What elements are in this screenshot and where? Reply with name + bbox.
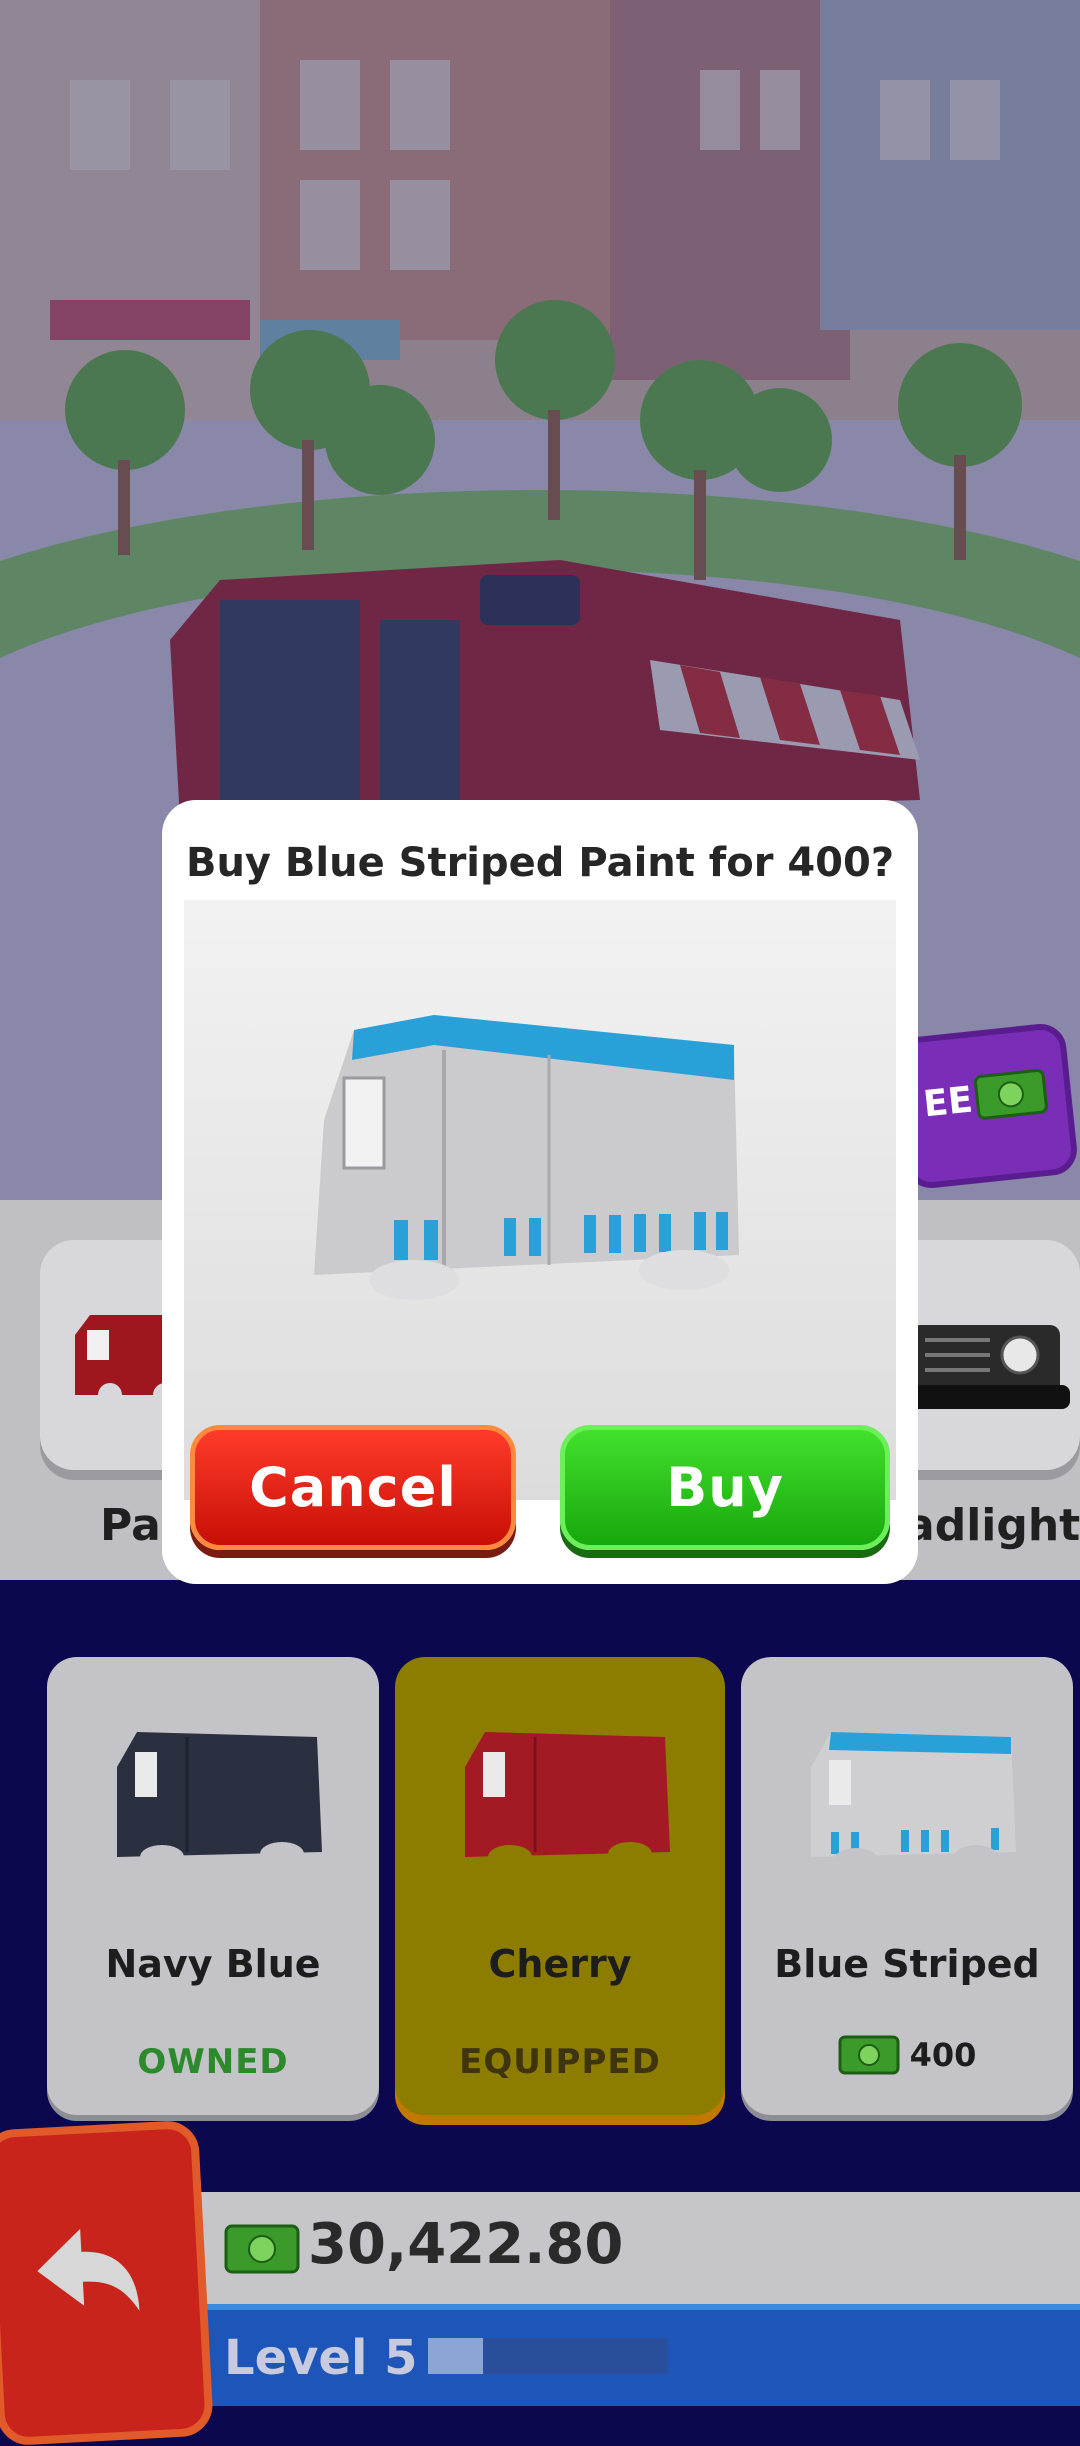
cash-icon (974, 1068, 1048, 1120)
navy-van-image (117, 1732, 322, 1869)
money-amount: 30,422.80 (308, 2212, 624, 2277)
purchase-dialog: Buy Blue Striped Paint for 400? Cancel B… (162, 800, 918, 1584)
back-button[interactable] (0, 2119, 215, 2446)
item-card-blue-striped[interactable]: Blue Striped 400 (741, 1657, 1073, 2115)
item-name: Navy Blue (105, 1942, 321, 1986)
free-cash-button[interactable]: EE (892, 1021, 1080, 1191)
free-button-label: EE (921, 1079, 975, 1126)
cherry-van-image (465, 1732, 670, 1869)
dialog-title: Buy Blue Striped Paint for 400? (185, 840, 895, 886)
owned-status: OWNED (137, 2042, 289, 2082)
level-bar: Level 5 (190, 2304, 1080, 2406)
cash-icon (224, 2224, 300, 2274)
level-label: Level 5 (224, 2330, 418, 2386)
money-bar: 30,422.80 (190, 2192, 1080, 2304)
back-arrow-icon (37, 2228, 140, 2311)
item-name: Blue Striped (774, 1942, 1040, 1986)
xp-progress-track (428, 2338, 668, 2374)
headlights-icon (910, 1325, 1070, 1409)
blue-striped-van-preview (314, 1015, 739, 1300)
cancel-button[interactable]: Cancel (190, 1425, 516, 1550)
item-card-navy-blue[interactable]: Navy Blue OWNED (47, 1657, 379, 2115)
blue-striped-van-image (811, 1732, 1016, 1872)
category-headlights-label: adlights (905, 1500, 1080, 1551)
xp-progress-fill (428, 2338, 484, 2374)
buy-button[interactable]: Buy (560, 1425, 890, 1550)
dialog-preview-area (184, 900, 896, 1500)
cash-icon (838, 2035, 900, 2075)
equipped-status: EQUIPPED (459, 2042, 661, 2082)
price-row: 400 (741, 2035, 1073, 2075)
item-price: 400 (909, 2036, 977, 2074)
item-name: Cherry (488, 1942, 632, 1986)
item-card-cherry[interactable]: Cherry EQUIPPED (395, 1657, 725, 2115)
